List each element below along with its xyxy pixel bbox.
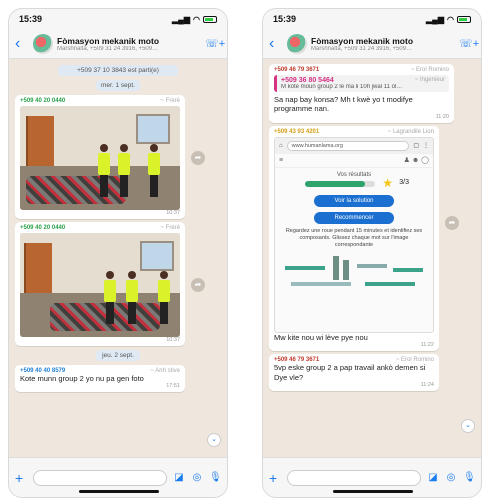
microphone-icon[interactable]: 🎙	[209, 472, 222, 483]
status-time: 15:39	[273, 14, 297, 24]
reply-message[interactable]: +509 46 79 3671 ~ Erol Romino +509 36 80…	[269, 64, 454, 123]
sender-alias: ~ Frèrè	[160, 98, 180, 104]
group-avatar[interactable]	[33, 33, 53, 54]
status-icons: ▂▄▆ ◠	[172, 15, 217, 24]
wifi-icon: ◠	[193, 14, 200, 24]
message-text: Sa nap bay konsa? Mh t kwè yo t modifye …	[274, 95, 413, 114]
hamburger-icon: ≡	[279, 156, 284, 164]
message-time: 17:51	[166, 383, 180, 390]
message-list[interactable]: +509 46 79 3671 ~ Erol Romino +509 36 80…	[263, 59, 481, 457]
attach-plus-icon[interactable]: +	[15, 470, 27, 486]
sender-name: +509 46 79 3671	[274, 67, 320, 73]
attach-plus-icon[interactable]: +	[269, 470, 281, 486]
message-text: Mw kite nou wi lève pye nou	[274, 332, 368, 342]
shared-screenshot[interactable]: ⌂ www.humanlama.org ▢ ⋮ ≡ ♟ ☻ ◯ Vos résu…	[274, 136, 434, 333]
see-solution-button[interactable]: Voir la solution	[314, 194, 394, 207]
camera-icon[interactable]: ◎	[445, 472, 457, 483]
site-nav: ≡ ♟ ☻ ◯	[275, 154, 433, 168]
sender-alias: ~ Lagrandile Lion	[387, 128, 434, 135]
date-chip: mer. 1 sept.	[96, 80, 140, 91]
forward-icon[interactable]: ➦	[191, 277, 205, 292]
chat-header: ‹ Fòmasyon mekanik moto Marshnalta, +509…	[263, 29, 481, 59]
signal-icon: ▂▄▆	[172, 14, 191, 24]
message-time: 11:24	[420, 381, 434, 388]
results-progress-bar: ★ 3/3	[305, 176, 409, 190]
message-input[interactable]	[287, 469, 421, 486]
add-participant-icon[interactable]: ☏+	[205, 37, 225, 50]
status-bar: 15:39 ▂▄▆ ◠	[9, 9, 227, 29]
message-list[interactable]: +509 37 10 3843 est parti(e) mer. 1 sept…	[9, 59, 227, 457]
text-message[interactable]: +509 46 79 3671 ~ Erol Romino 5vp eske g…	[269, 354, 439, 391]
battery-icon	[203, 15, 217, 23]
home-icon: ⌂	[279, 142, 283, 149]
back-arrow-icon[interactable]: ‹	[269, 35, 283, 53]
sender-name: +509 40 20 0440	[20, 225, 66, 231]
message-text: Kote munn group 2 yo nu pa gen foto	[20, 374, 144, 383]
status-time: 15:39	[19, 14, 43, 24]
chat-title-box[interactable]: Fòmasyon mekanik moto Marshnalta, +509 3…	[311, 36, 459, 52]
user-icon: ♟ ☻ ◯	[403, 157, 429, 165]
sender-name: +509 40 20 0440	[20, 98, 66, 104]
sticker-icon[interactable]: ◪	[173, 472, 185, 483]
quoted-message[interactable]: +509 36 80 5464 ~ Ingenieur M kote moun …	[274, 75, 449, 92]
sender-alias: ~ Anh stive	[150, 368, 180, 374]
menu-dots-icon: ⋮	[423, 143, 429, 150]
results-label: Vos résultats	[336, 171, 372, 178]
message-time: 11:22	[420, 342, 434, 349]
screenshot-message[interactable]: +509 43 93 4201 ~ Lagrandile Lion ⌂ www.…	[269, 125, 459, 352]
sender-alias: ~ Frèrè	[160, 225, 180, 231]
forward-icon[interactable]: ➦	[445, 215, 459, 230]
battery-icon	[457, 15, 471, 23]
sender-name: +509 43 93 4201	[274, 128, 320, 135]
date-chip: jeu. 2 sept.	[96, 350, 140, 361]
exercise-instructions: Regardez une roue pendant 15 minutes et …	[285, 227, 423, 248]
microphone-icon[interactable]: 🎙	[463, 472, 476, 483]
url-bar: www.humanlama.org	[286, 140, 410, 151]
phone-screen-left: 15:39 ▂▄▆ ◠ ‹ Fòmasyon mekanik moto Mars…	[8, 8, 228, 498]
photo-workshop-1[interactable]	[20, 106, 180, 210]
quoted-text: M kote moun group 2 le ma li 10h jwal 11…	[281, 84, 403, 90]
message-time: 11:20	[435, 113, 449, 120]
scroll-down-icon[interactable]: ⌄	[207, 433, 221, 447]
chat-title: Fòmasyon mekanik moto	[57, 35, 160, 46]
scroll-down-icon[interactable]: ⌄	[461, 419, 475, 433]
quoted-alias: ~ Ingenieur	[414, 77, 445, 83]
browser-bar: ⌂ www.humanlama.org ▢ ⋮	[275, 137, 433, 154]
status-icons: ▂▄▆ ◠	[426, 15, 471, 24]
tabs-icon: ▢	[413, 143, 419, 150]
photo-message[interactable]: +509 40 20 0440 ~ Frèrè 10:37 ➦	[15, 95, 205, 219]
message-text: 5vp eske group 2 a pap travail ankò deme…	[274, 363, 426, 382]
chat-title-box[interactable]: Fòmasyon mekanik moto Marshnalta, +509 3…	[57, 36, 205, 52]
home-indicator[interactable]	[79, 490, 159, 493]
status-bar: 15:39 ▂▄▆ ◠	[263, 9, 481, 29]
progress-fill	[305, 180, 365, 187]
sender-alias: ~ Erol Romino	[410, 67, 449, 73]
chat-header: ‹ Fòmasyon mekanik moto Marshnalta, +509…	[9, 29, 227, 59]
camera-icon[interactable]: ◎	[191, 472, 203, 483]
star-icon: ★	[382, 175, 393, 190]
home-indicator[interactable]	[333, 490, 413, 493]
system-note: +509 37 10 3843 est parti(e)	[58, 65, 178, 76]
restart-button[interactable]: Recommencer	[314, 211, 394, 224]
chat-title: Fòmasyon mekanik moto	[311, 35, 414, 46]
message-input[interactable]	[33, 469, 167, 486]
back-arrow-icon[interactable]: ‹	[15, 35, 29, 53]
message-time: 10:37	[166, 210, 180, 216]
group-avatar[interactable]	[287, 33, 307, 54]
text-message[interactable]: +509 40 40 8579 ~ Anh stive Kote munn gr…	[15, 365, 185, 393]
wheel-parts-diagram	[281, 252, 427, 292]
score-value: 3/3	[399, 178, 409, 186]
sticker-icon[interactable]: ◪	[427, 472, 439, 483]
phone-screen-right: 15:39 ▂▄▆ ◠ ‹ Fòmasyon mekanik moto Mars…	[262, 8, 482, 498]
forward-icon[interactable]: ➦	[191, 150, 205, 165]
wifi-icon: ◠	[447, 14, 454, 24]
chat-subtitle: Marshnalta, +509 31 24 3916, +509…	[311, 45, 413, 52]
photo-message[interactable]: +509 40 20 0440 ~ Frèrè 10:37 ➦	[15, 222, 205, 346]
quoted-sender: +509 36 80 5464	[281, 77, 334, 84]
add-participant-icon[interactable]: ☏+	[459, 37, 479, 50]
signal-icon: ▂▄▆	[426, 14, 445, 24]
message-time: 10:37	[166, 337, 180, 343]
chat-subtitle: Marshnalta, +509 31 24 3916, +509…	[57, 45, 159, 52]
photo-workshop-2[interactable]	[20, 233, 180, 337]
